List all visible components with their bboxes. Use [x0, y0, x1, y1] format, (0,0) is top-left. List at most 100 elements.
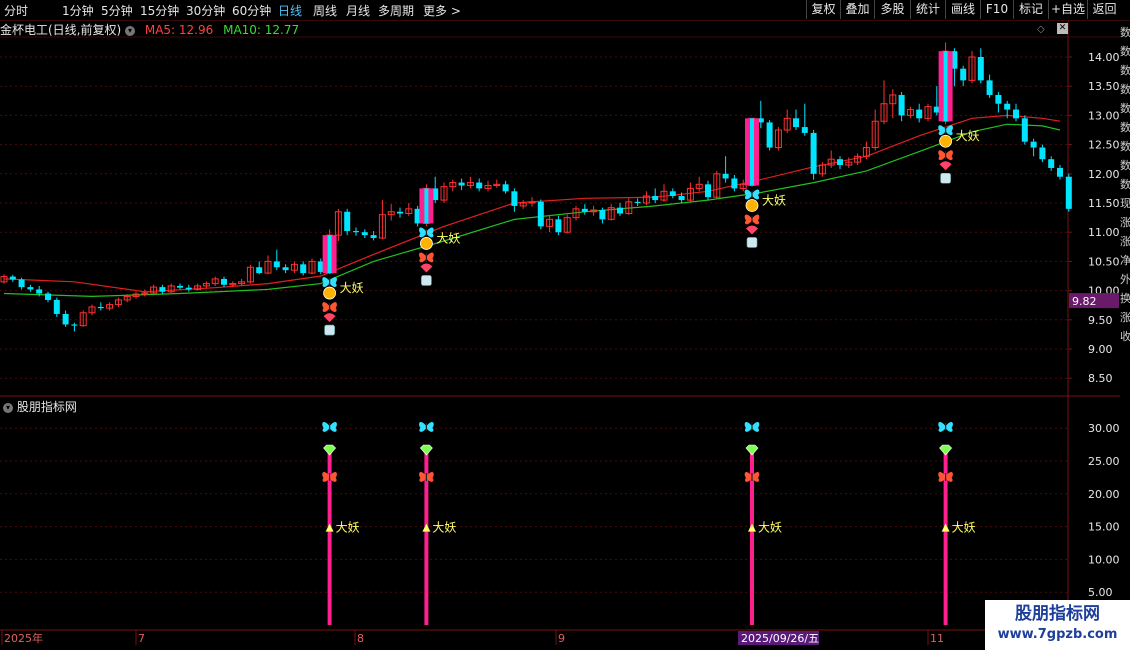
watermark: 股朋指标网 www.7gpzb.com	[985, 600, 1130, 650]
butterfly-body	[751, 423, 753, 431]
ruby-icon	[746, 225, 758, 235]
butterfly-body	[329, 423, 331, 431]
candle-body	[159, 287, 166, 292]
candle-body	[801, 127, 808, 133]
signal-label: 大妖	[436, 231, 460, 245]
candle-body	[995, 94, 1002, 104]
candle-body	[986, 80, 993, 95]
period-tab-5min[interactable]: 5分钟	[101, 2, 133, 19]
butterfly-wing	[744, 189, 752, 200]
period-tab-timeshare[interactable]: 分时	[4, 2, 28, 19]
price-tick-label: 11.50	[1088, 197, 1120, 210]
date-tick-label: 2025年	[4, 631, 43, 645]
period-tab-daily[interactable]: 日线	[278, 2, 302, 19]
butterfly-wing	[744, 214, 752, 225]
side-panel-char: 数	[1120, 45, 1130, 58]
overlay-button[interactable]: 叠加	[840, 0, 874, 19]
candle-body	[273, 261, 280, 268]
multi-stock-button[interactable]: 多股	[874, 0, 910, 19]
indicator-name: 股朋指标网	[16, 400, 77, 414]
candle-body	[766, 122, 773, 148]
diamond-icon	[745, 444, 759, 456]
side-panel-char: 数	[1120, 140, 1130, 153]
ruby-icon	[420, 263, 433, 273]
date-tick-label: 8	[357, 632, 364, 645]
side-panel-char: 涨	[1120, 216, 1130, 229]
gold-coin-icon	[939, 134, 952, 148]
butterfly-icon	[419, 422, 434, 432]
stock-name[interactable]: 金杯电工(日线,前复权)	[0, 23, 121, 37]
butterfly-icon	[744, 189, 760, 200]
diamond-icon	[323, 444, 337, 456]
f10-button[interactable]: F10	[980, 0, 1013, 19]
side-panel-char: 数	[1120, 102, 1130, 115]
candle-body	[344, 211, 351, 232]
butterfly-icon	[322, 472, 337, 482]
side-panel-char: 数	[1120, 178, 1130, 191]
butterfly-icon	[744, 472, 760, 482]
candle-body	[1057, 167, 1063, 177]
period-tab-monthly[interactable]: 月线	[346, 2, 370, 19]
draw-line-button[interactable]: 画线	[945, 0, 980, 19]
period-tab-60min[interactable]: 60分钟	[232, 2, 271, 19]
candle-body	[370, 235, 377, 239]
signal-label: 大妖	[956, 129, 980, 143]
period-tab-weekly[interactable]: 周线	[313, 2, 337, 19]
butterfly-wing	[945, 150, 953, 161]
indicator-signal-label: 大妖	[432, 521, 456, 535]
candle-body	[221, 278, 227, 285]
candle-body	[361, 232, 368, 236]
period-tab-more[interactable]: 更多 >	[423, 2, 461, 19]
butterfly-icon	[938, 472, 953, 482]
candle-body	[502, 184, 509, 192]
kline-chart[interactable]: 14.00 13.50 13.00 12.50 12.00 11.50 11.00 10.50…	[0, 0, 1130, 650]
butterfly-icon	[744, 214, 760, 225]
butterfly-wing	[938, 422, 946, 432]
signal-candle-core	[424, 188, 429, 224]
period-tab-1min[interactable]: 1分钟	[62, 2, 94, 19]
gold-coin-icon	[745, 199, 759, 212]
indicator-tick-label: 10.00	[1088, 553, 1120, 566]
indicator-title: ▾ 股朋指标网	[3, 398, 77, 415]
back-button[interactable]: 返回	[1087, 0, 1121, 19]
indicator-tick-label: 20.00	[1088, 488, 1120, 501]
add-watchlist-button[interactable]: +自选	[1048, 0, 1087, 19]
triangle-up-icon	[748, 523, 756, 532]
side-panel-char: 数	[1120, 64, 1130, 77]
ruby-icon	[939, 161, 952, 171]
period-tab-multi[interactable]: 多周期	[378, 2, 414, 19]
butterfly-wing	[752, 189, 760, 200]
statistics-button[interactable]: 统计	[910, 0, 945, 19]
indicator-tick-label: 30.00	[1088, 422, 1120, 435]
candle-body	[185, 287, 192, 290]
candle-body	[617, 207, 623, 214]
price-tick-label: 10.50	[1088, 255, 1120, 268]
candle-body	[960, 68, 967, 81]
butterfly-wing	[426, 422, 434, 432]
chevron-down-icon[interactable]: ▾	[125, 25, 136, 36]
candle-body	[62, 313, 69, 325]
candle-body	[476, 182, 483, 189]
candle-body	[537, 201, 544, 227]
period-tab-30min[interactable]: 30分钟	[186, 2, 225, 19]
candle-body	[581, 208, 588, 212]
diamond-icon[interactable]: ◇	[1037, 24, 1045, 35]
candle-body	[27, 287, 34, 290]
butterfly-body	[425, 423, 427, 431]
chevron-down-icon[interactable]: ▾	[3, 402, 13, 413]
side-panel-char: 外	[1120, 273, 1130, 286]
butterfly-wing	[419, 227, 427, 238]
crystal-icon	[746, 237, 758, 248]
restore-rights-button[interactable]: 复权	[806, 0, 840, 19]
close-icon[interactable]: ✕	[1057, 23, 1068, 34]
candle-body	[722, 173, 729, 179]
quote-side-panel: 数数数数数数数数数现涨涨净外换涨收	[1120, 21, 1130, 631]
mark-button[interactable]: 标记	[1013, 0, 1048, 19]
candle-body	[669, 191, 676, 196]
candle-body	[53, 299, 60, 314]
price-tick-label: 9.00	[1088, 343, 1113, 356]
ruby-icon	[323, 313, 336, 323]
top-toolbar: 分时 1分钟 5分钟 15分钟 30分钟 60分钟 日线 周线 月线 多周期 更…	[0, 0, 1130, 21]
candle-body	[916, 109, 923, 119]
period-tab-15min[interactable]: 15分钟	[140, 2, 179, 19]
